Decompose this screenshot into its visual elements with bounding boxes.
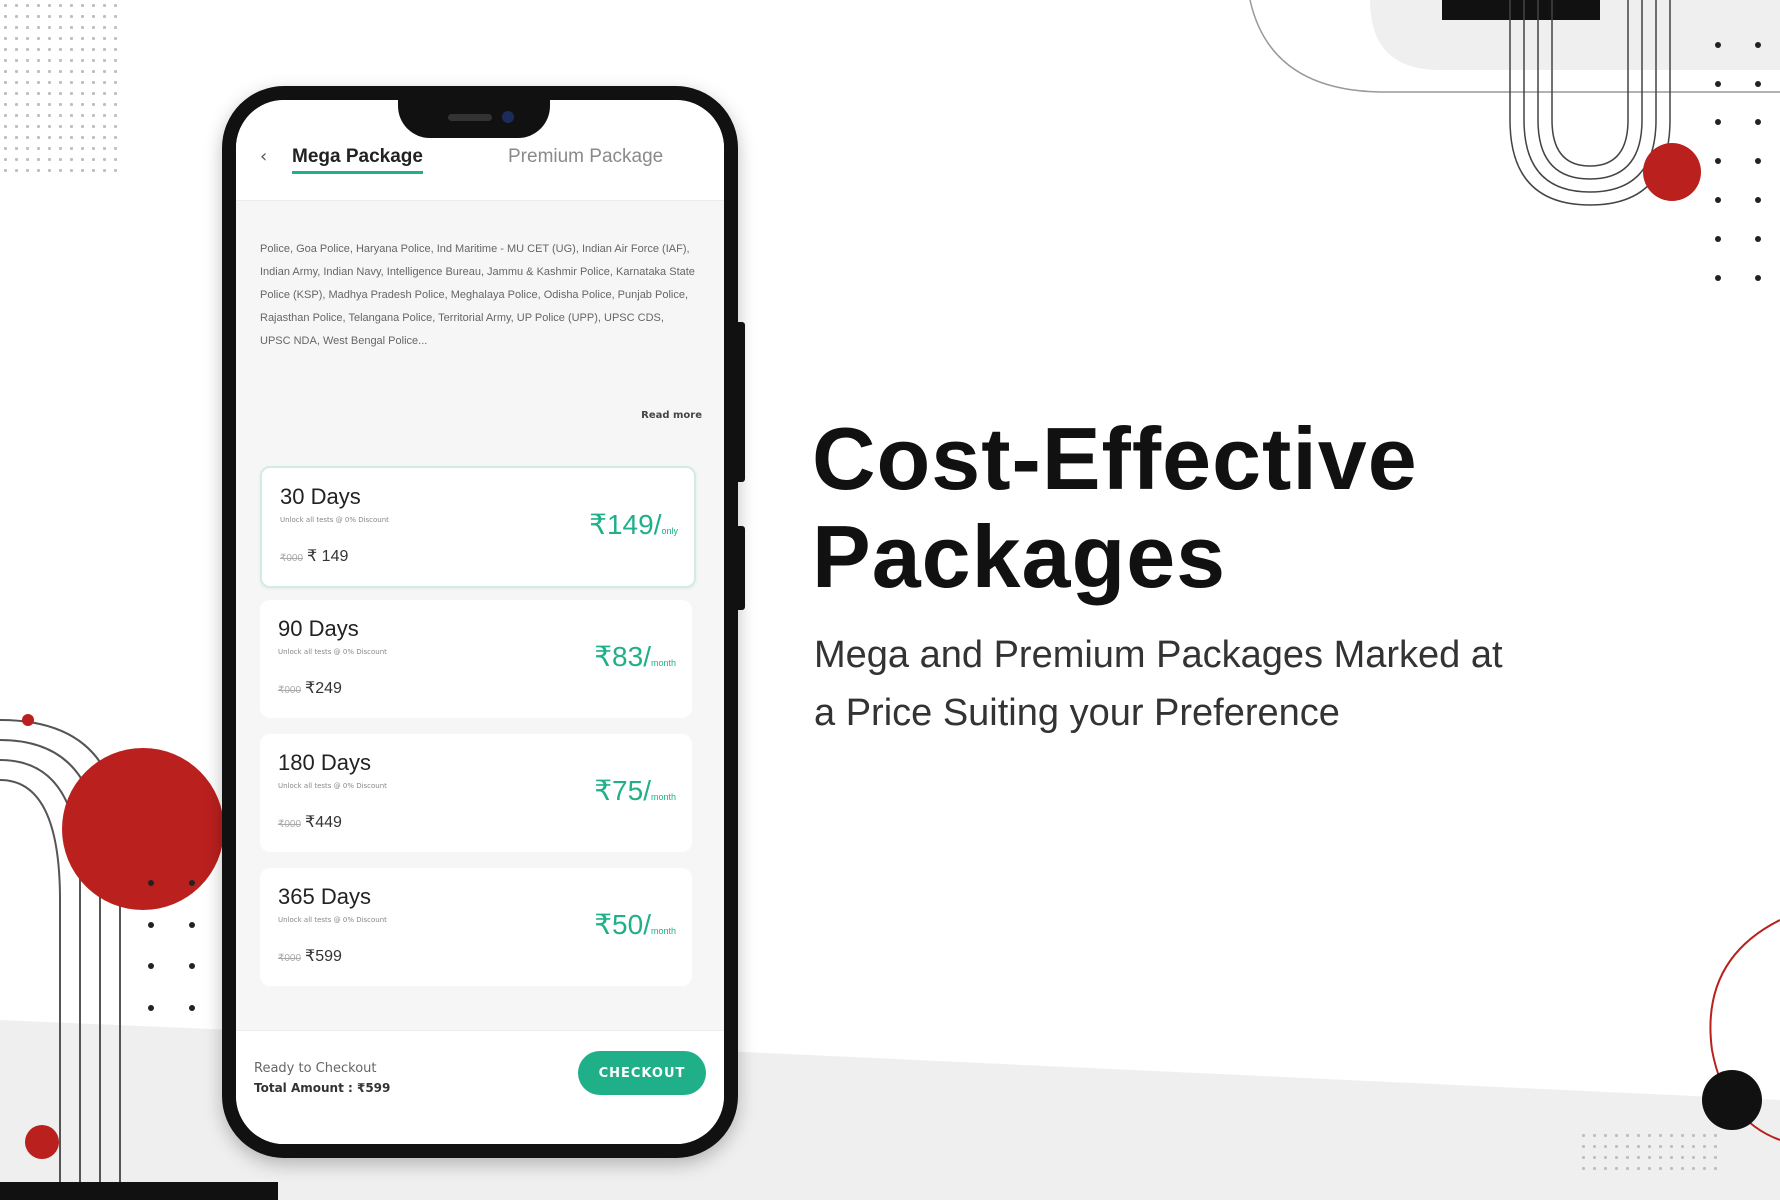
package-duration: 30 Days <box>280 484 361 509</box>
phone-side-button <box>738 322 745 482</box>
strike-price: ₹000 <box>280 553 304 564</box>
price-value: ₹149/ <box>589 509 662 540</box>
bottom-right-dot-grid <box>1578 1130 1718 1170</box>
package-note: Unlock all tests @ 0% Discount <box>278 916 387 924</box>
package-card-90[interactable]: 90 Days Unlock all tests @ 0% Discount ₹… <box>260 600 692 718</box>
price-value: ₹75/ <box>594 775 651 806</box>
checkout-button[interactable]: CHECKOUT <box>578 1051 706 1095</box>
package-price: ₹50/month <box>594 908 676 941</box>
price-unit: month <box>650 926 676 936</box>
tab-label: Mega Package <box>292 146 423 167</box>
tab-mega-package[interactable]: Mega Package <box>292 146 423 174</box>
package-price: ₹83/month <box>594 640 676 673</box>
package-duration: 90 Days <box>278 616 359 641</box>
total-amount: Total Amount : ₹599 <box>254 1081 391 1095</box>
top-right-red-circle <box>1643 143 1701 201</box>
hero-subtitle: Mega and Premium Packages Marked at a Pr… <box>814 626 1614 742</box>
checkout-footer: Ready to Checkout Total Amount : ₹599 CH… <box>236 1030 724 1144</box>
price-value: ₹83/ <box>594 641 651 672</box>
package-note: Unlock all tests @ 0% Discount <box>278 648 387 656</box>
price-value: ₹50/ <box>594 909 651 940</box>
package-card-180[interactable]: 180 Days Unlock all tests @ 0% Discount … <box>260 734 692 852</box>
hero-subtitle-line: Mega and Premium Packages Marked at <box>814 634 1503 676</box>
strike-price: ₹000 <box>278 819 302 830</box>
read-more-link[interactable]: Read more <box>641 410 702 421</box>
package-duration: 365 Days <box>278 884 371 909</box>
price-unit: only <box>661 526 678 536</box>
price-unit: month <box>650 792 676 802</box>
original-price-value: ₹249 <box>305 680 342 697</box>
original-price-value: ₹449 <box>305 814 342 831</box>
tab-premium-package[interactable]: Premium Package <box>508 146 663 168</box>
package-note: Unlock all tests @ 0% Discount <box>278 782 387 790</box>
package-duration: 180 Days <box>278 750 371 775</box>
phone-side-button <box>738 526 745 610</box>
right-dark-dots <box>1715 42 1761 281</box>
strike-price: ₹000 <box>278 685 302 696</box>
package-original-price: ₹000 ₹599 <box>278 946 342 966</box>
package-card-365[interactable]: 365 Days Unlock all tests @ 0% Discount … <box>260 868 692 986</box>
package-price: ₹149/only <box>589 508 678 541</box>
phone-notch <box>398 100 550 138</box>
original-price-value: ₹ 149 <box>307 548 349 565</box>
package-card-30[interactable]: 30 Days Unlock all tests @ 0% Discount ₹… <box>260 466 696 588</box>
hero-title-line: Packages <box>812 507 1227 606</box>
package-price: ₹75/month <box>594 774 676 807</box>
speaker-grille <box>448 114 492 121</box>
original-price-value: ₹599 <box>305 948 342 965</box>
chevron-left-icon[interactable]: ‹ <box>260 146 267 167</box>
front-camera <box>502 111 514 123</box>
bottom-left-black-bar <box>0 1182 278 1200</box>
bottom-left-red-dot <box>25 1125 59 1159</box>
package-original-price: ₹000 ₹ 149 <box>280 546 348 566</box>
right-black-circle <box>1702 1070 1762 1130</box>
phone-mockup: ‹ Mega Package Premium Package Police, G… <box>222 86 745 1158</box>
left-big-red-circle <box>62 748 224 910</box>
package-note: Unlock all tests @ 0% Discount <box>280 516 389 524</box>
top-left-dot-grid <box>0 0 124 180</box>
package-original-price: ₹000 ₹249 <box>278 678 342 698</box>
package-description: Police, Goa Police, Haryana Police, Ind … <box>260 243 695 347</box>
tab-label: Premium Package <box>508 146 664 167</box>
hero-title: Cost-Effective Packages <box>812 410 1418 606</box>
package-original-price: ₹000 ₹449 <box>278 812 342 832</box>
ready-to-checkout-label: Ready to Checkout <box>254 1061 377 1076</box>
top-black-bar <box>1442 0 1600 20</box>
active-tab-underline <box>292 171 423 174</box>
price-unit: month <box>650 658 676 668</box>
phone-screen: ‹ Mega Package Premium Package Police, G… <box>236 100 724 1144</box>
hero-title-line: Cost-Effective <box>812 409 1418 508</box>
left-small-red-dot <box>22 714 34 726</box>
hero-subtitle-line: a Price Suiting your Preference <box>814 692 1340 734</box>
strike-price: ₹000 <box>278 953 302 964</box>
